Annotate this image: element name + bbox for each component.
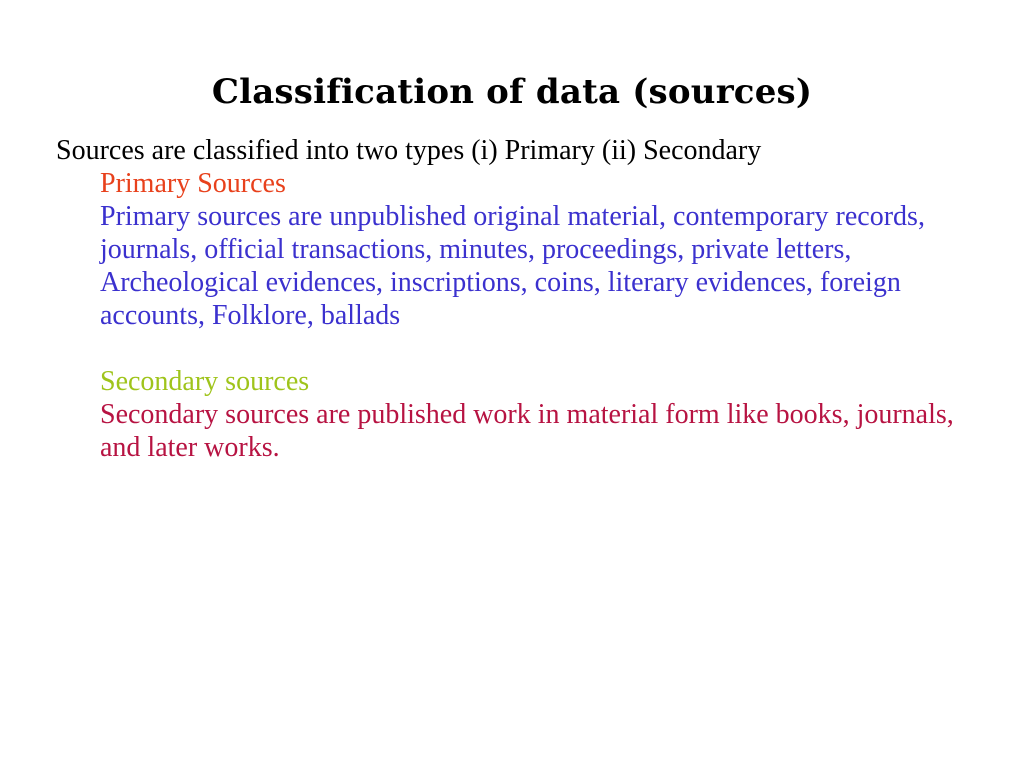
secondary-sources-heading: Secondary sources bbox=[100, 366, 310, 397]
primary-sources-heading: Primary Sources bbox=[100, 168, 286, 199]
primary-sources-body: Primary sources are unpublished original… bbox=[100, 201, 925, 331]
page-title: Classification of data (sources) bbox=[211, 72, 813, 112]
secondary-sources-body: Secondary sources are published work in … bbox=[100, 399, 954, 463]
slide-canvas: Classification of data (sources) Sources… bbox=[0, 0, 1024, 768]
intro-paragraph: Sources are classified into two types (i… bbox=[56, 135, 762, 166]
slide-body: Sources are classified into two types (i… bbox=[56, 134, 968, 464]
